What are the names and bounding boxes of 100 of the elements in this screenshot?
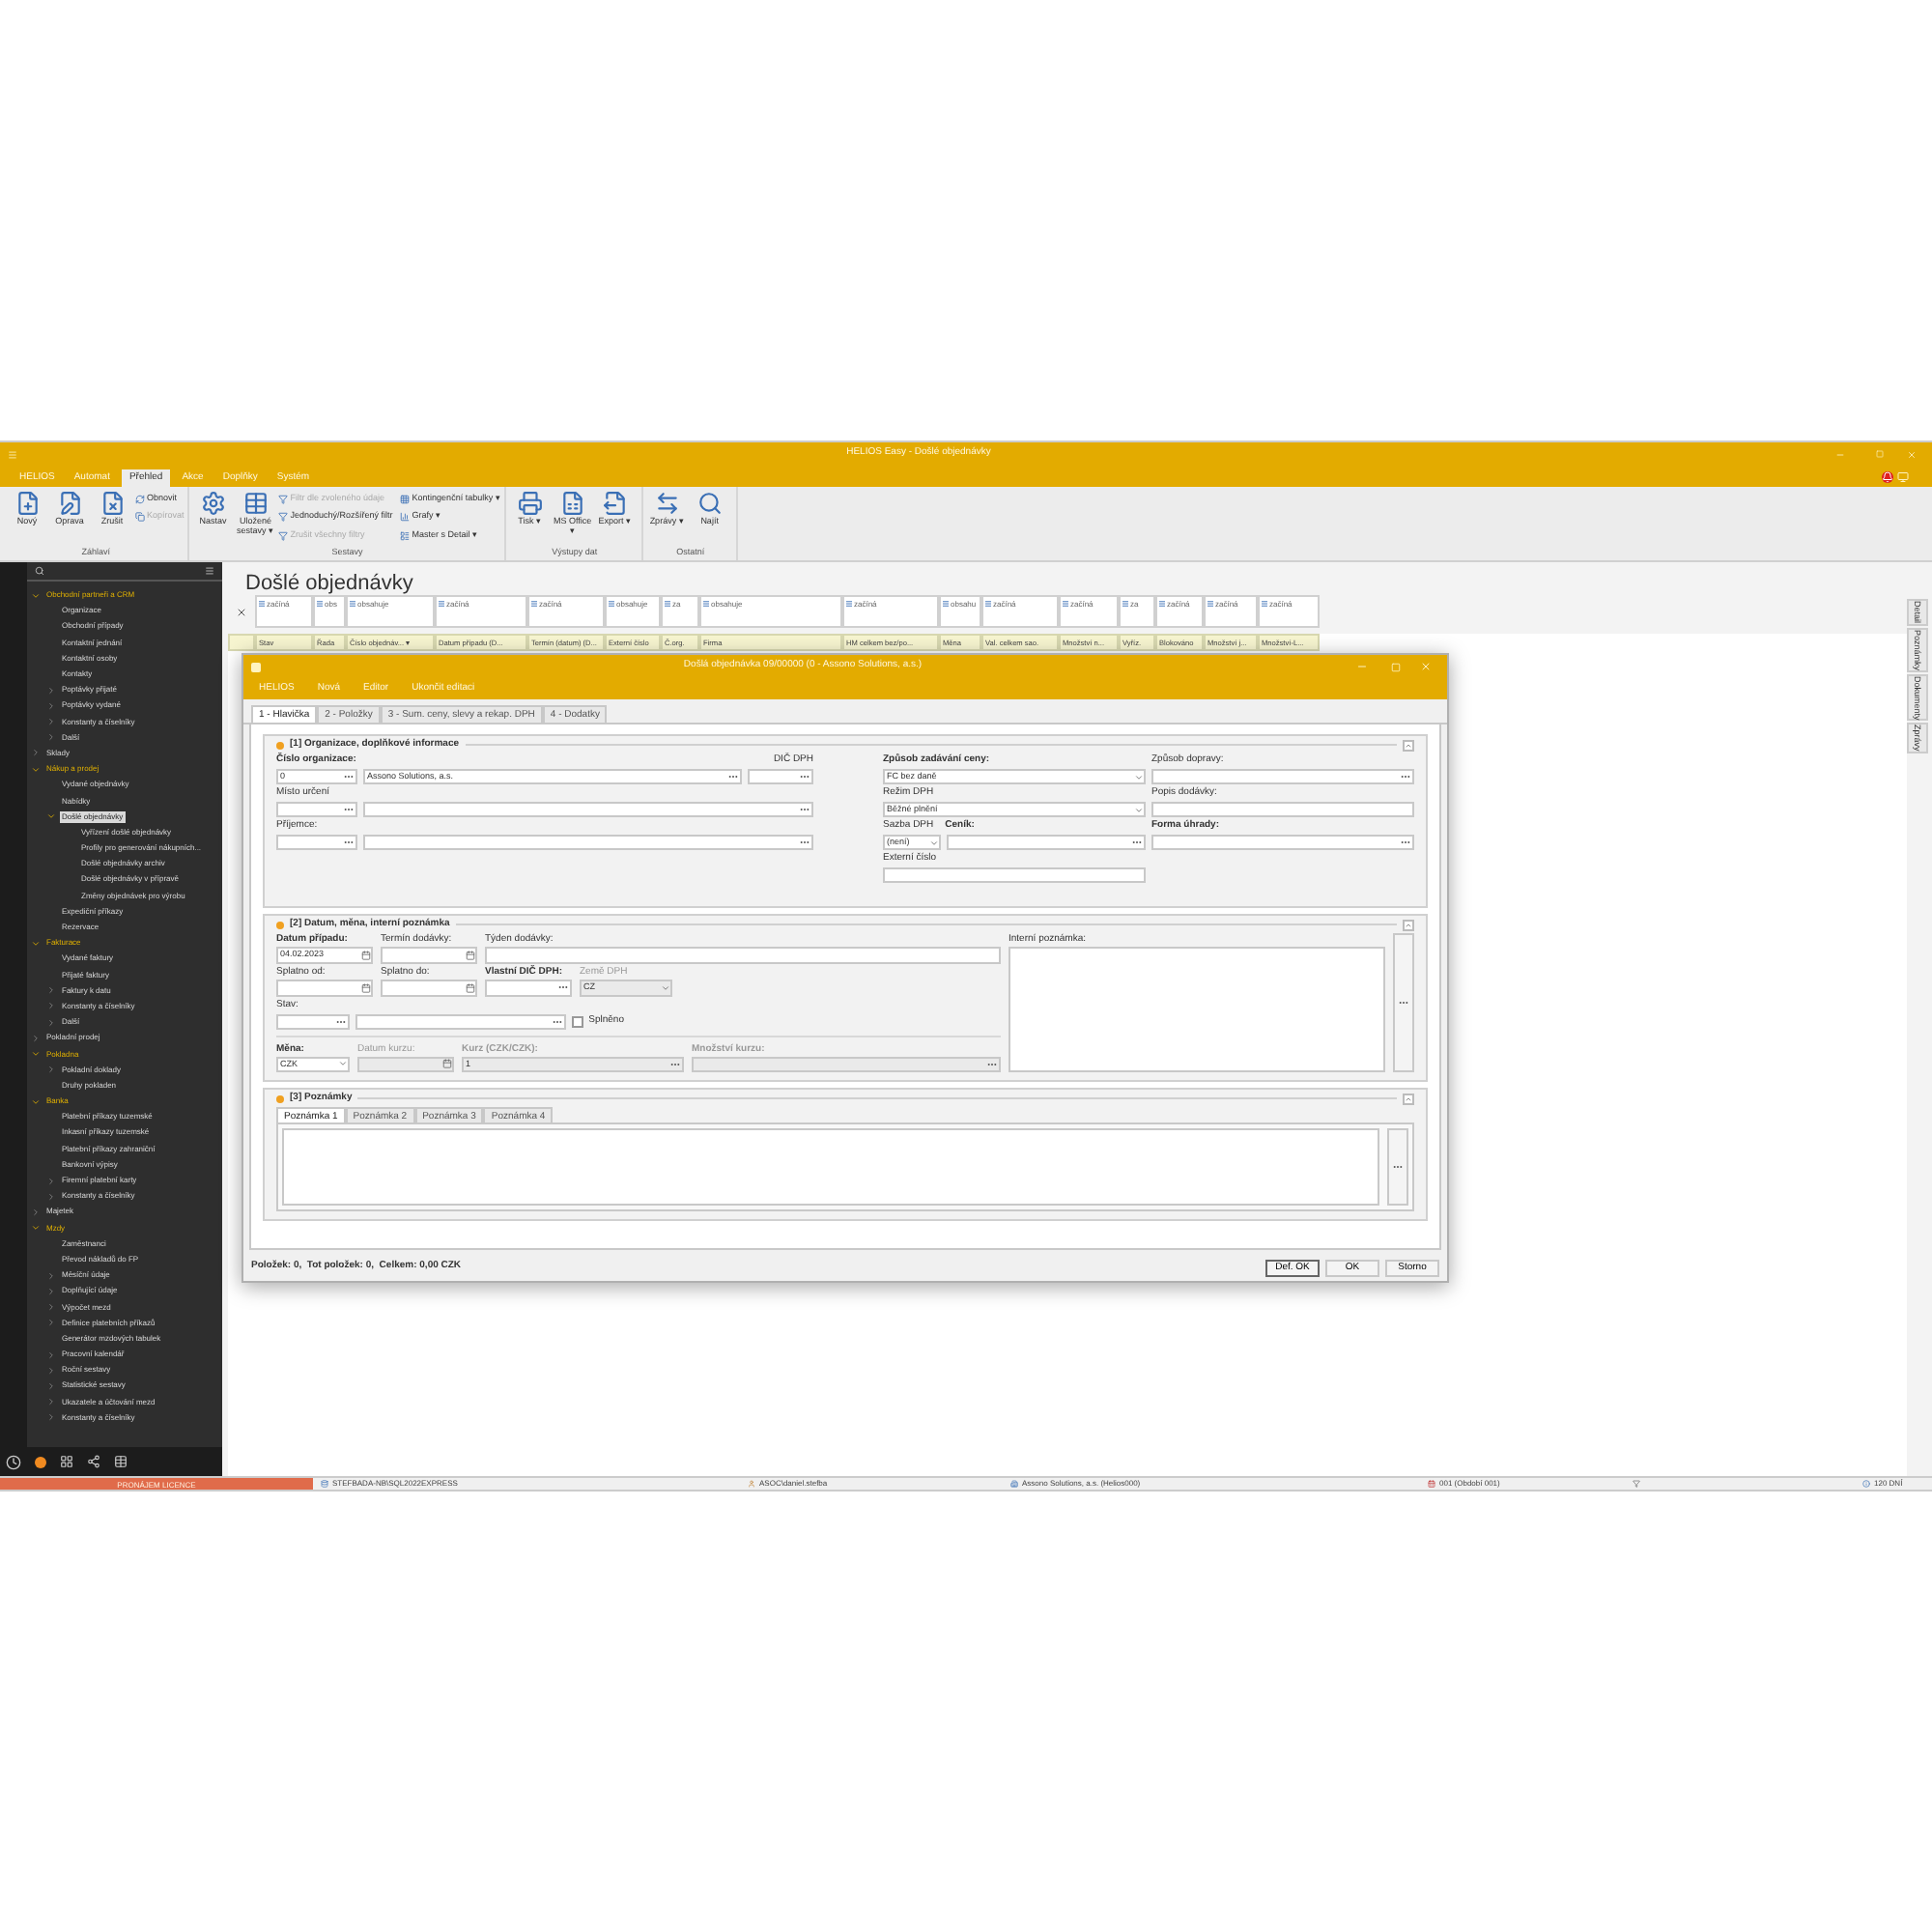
collapse-icon[interactable] — [46, 732, 56, 743]
operator-icon[interactable] — [350, 601, 355, 607]
expand-icon[interactable] — [31, 1096, 41, 1107]
minimize-icon[interactable] — [1835, 449, 1845, 459]
input-field[interactable] — [276, 802, 357, 817]
collapse-icon[interactable] — [46, 1286, 56, 1296]
collapse-icon[interactable] — [46, 1397, 56, 1407]
expand-icon[interactable] — [31, 1223, 41, 1234]
search-icon[interactable] — [35, 566, 44, 576]
text-area[interactable] — [1009, 947, 1385, 1073]
collapse-icon[interactable] — [1403, 739, 1414, 751]
collapse-icon[interactable] — [1403, 1093, 1414, 1105]
collapse-icon[interactable] — [46, 1270, 56, 1281]
collapse-icon[interactable] — [46, 717, 56, 727]
collapse-icon[interactable] — [31, 748, 41, 758]
collapse-icon[interactable] — [1403, 919, 1414, 930]
text-area[interactable] — [282, 1128, 1379, 1207]
collapse-icon[interactable] — [46, 985, 56, 996]
page-title: Došlé objednávky — [243, 570, 415, 595]
collapse-icon[interactable] — [46, 1380, 56, 1391]
collapse-icon[interactable] — [46, 1017, 56, 1028]
calendar-icon[interactable] — [466, 950, 475, 960]
collapse-icon[interactable] — [46, 1350, 56, 1360]
filter-icon — [278, 494, 289, 503]
input-field[interactable] — [381, 947, 477, 964]
dropdown-icon[interactable] — [661, 982, 670, 993]
close-icon[interactable] — [1420, 661, 1432, 672]
collapse-icon[interactable] — [46, 1001, 56, 1011]
expand-icon[interactable] — [31, 1049, 41, 1060]
maximize-icon[interactable] — [1391, 662, 1401, 671]
filter-icon — [1633, 1480, 1640, 1488]
app-icon — [251, 662, 261, 671]
expand-icon[interactable] — [31, 764, 41, 775]
dropdown-icon[interactable] — [929, 838, 939, 847]
operator-icon[interactable] — [1208, 601, 1213, 607]
screen-icon[interactable] — [1897, 471, 1909, 483]
collapse-icon[interactable] — [46, 685, 56, 696]
input-field[interactable] — [947, 835, 1146, 850]
operator-icon[interactable] — [1159, 601, 1165, 607]
dropdown-icon[interactable] — [1134, 772, 1144, 781]
calendar-icon[interactable] — [466, 982, 475, 993]
share-icon[interactable] — [87, 1455, 100, 1468]
collapse-icon[interactable] — [46, 1065, 56, 1075]
operator-icon[interactable] — [1262, 601, 1267, 607]
dropdown-icon[interactable] — [338, 1059, 348, 1069]
minimize-icon[interactable] — [1356, 661, 1368, 672]
operator-icon[interactable] — [1063, 601, 1068, 607]
input-field[interactable] — [276, 979, 373, 996]
calendar-icon[interactable] — [361, 950, 371, 960]
input-field[interactable] — [748, 769, 813, 784]
menu-icon[interactable] — [205, 566, 214, 576]
operator-icon[interactable] — [985, 601, 991, 607]
table-icon[interactable] — [114, 1455, 128, 1468]
input-field[interactable] — [485, 947, 1001, 964]
filter-icon — [278, 512, 289, 523]
collapse-icon[interactable] — [46, 1191, 56, 1202]
input-field[interactable] — [363, 835, 813, 850]
user-icon — [748, 1480, 755, 1488]
operator-icon[interactable] — [846, 601, 852, 607]
checkbox[interactable] — [571, 1015, 583, 1027]
input-field[interactable] — [1151, 769, 1414, 784]
clock-icon[interactable] — [6, 1454, 21, 1469]
operator-icon[interactable] — [703, 601, 709, 607]
input-field[interactable] — [485, 979, 572, 996]
collapse-icon[interactable] — [46, 1302, 56, 1313]
collapse-icon[interactable] — [46, 700, 56, 711]
operator-icon[interactable] — [317, 601, 323, 607]
operator-icon[interactable] — [439, 601, 444, 607]
calendar-icon[interactable] — [442, 1059, 452, 1069]
calendar-icon[interactable] — [361, 982, 371, 993]
operator-icon[interactable] — [531, 601, 537, 607]
input-field[interactable] — [883, 867, 1146, 883]
collapse-icon[interactable] — [31, 1207, 41, 1217]
expand-icon[interactable] — [31, 590, 41, 601]
operator-icon[interactable] — [1122, 601, 1128, 607]
notification-icon[interactable] — [1882, 471, 1893, 483]
operator-icon[interactable] — [259, 601, 265, 607]
collapse-icon[interactable] — [31, 1033, 41, 1043]
collapse-icon[interactable] — [46, 1412, 56, 1423]
operator-icon[interactable] — [609, 601, 614, 607]
input-field[interactable] — [363, 802, 813, 817]
input-field[interactable] — [1151, 802, 1414, 817]
dropdown-icon[interactable] — [1134, 805, 1144, 814]
input-field[interactable] — [357, 1056, 454, 1073]
input-field[interactable] — [1151, 835, 1414, 850]
input-field[interactable] — [276, 835, 357, 850]
input-field[interactable] — [276, 1013, 350, 1029]
collapse-icon[interactable] — [46, 1176, 56, 1186]
maximize-icon[interactable] — [1876, 450, 1884, 458]
input-field[interactable] — [692, 1056, 1001, 1073]
input-field[interactable] — [355, 1013, 566, 1029]
collapse-icon[interactable] — [46, 1365, 56, 1376]
operator-icon[interactable] — [943, 601, 949, 607]
grid-icon[interactable] — [60, 1455, 73, 1468]
expand-icon[interactable] — [46, 811, 56, 822]
operator-icon[interactable] — [665, 601, 670, 607]
clear-filter-icon[interactable] — [236, 606, 247, 617]
collapse-icon[interactable] — [46, 1318, 56, 1328]
input-field[interactable] — [381, 979, 477, 996]
expand-icon[interactable] — [31, 938, 41, 949]
